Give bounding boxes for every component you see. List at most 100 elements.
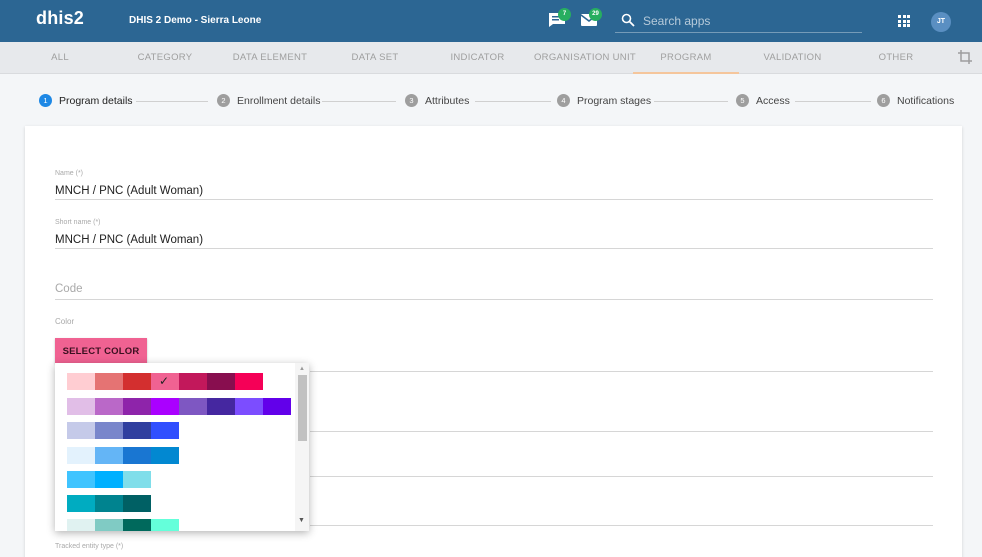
color-swatch[interactable] [95,422,123,439]
step-program-details[interactable]: 1 Program details [39,94,133,107]
search-icon [621,13,635,27]
step-label: Attributes [425,94,470,107]
color-swatch[interactable] [67,471,95,488]
step-label: Access [756,94,790,107]
step-enrollment-details[interactable]: 2 Enrollment details [217,94,320,107]
color-swatch[interactable] [123,422,151,439]
color-swatch[interactable] [179,398,207,415]
stepper-connector [795,101,871,102]
color-swatch[interactable] [123,471,151,488]
scrollbar[interactable]: ▲ ▼ [295,363,309,531]
step-program-stages[interactable]: 4 Program stages [557,94,651,107]
select-color-button[interactable]: SELECT COLOR [55,338,147,364]
color-swatch[interactable] [67,398,95,415]
color-swatch[interactable]: ✓ [151,373,179,390]
color-swatch[interactable] [95,495,123,512]
color-swatch[interactable] [123,373,151,390]
color-swatch[interactable] [95,471,123,488]
crop-icon[interactable] [957,49,973,65]
step-label: Enrollment details [237,94,321,107]
instance-name: DHIS 2 Demo - Sierra Leone [129,15,262,26]
short-name-underline [55,248,933,249]
step-number: 3 [405,94,418,107]
field-underline [310,525,933,526]
color-swatch[interactable] [151,422,179,439]
interpretations-badge: 7 [558,8,571,21]
tracked-entity-type-label: Tracked entity type (*) [55,543,124,550]
code-underline [55,299,933,300]
step-attributes[interactable]: 3 Attributes [405,94,469,107]
search-apps[interactable] [615,9,862,33]
scroll-down-arrow-icon[interactable]: ▼ [298,517,305,524]
swatch-row [67,447,179,464]
dhis2-logo[interactable]: dhis2 [36,8,84,29]
color-swatch[interactable] [123,495,151,512]
step-number: 5 [736,94,749,107]
apps-grid-icon[interactable] [898,15,910,27]
name-field[interactable]: MNCH / PNC (Adult Woman) [55,185,203,197]
stepper-connector [654,101,728,102]
color-swatch[interactable] [95,447,123,464]
step-access[interactable]: 5 Access [736,94,790,107]
color-swatch[interactable] [67,495,95,512]
tab-all[interactable]: ALL [40,42,80,74]
step-notifications[interactable]: 6 Notifications [877,94,954,107]
color-swatch[interactable] [123,447,151,464]
color-swatch[interactable] [235,398,263,415]
swatch-row: ✓ [67,373,263,390]
color-swatch[interactable] [67,422,95,439]
color-swatch[interactable] [207,373,235,390]
swatch-row [67,519,179,531]
user-avatar[interactable]: JT [931,12,951,32]
tab-indicator[interactable]: INDICATOR [440,42,515,74]
field-underline [310,476,933,477]
short-name-label: Short name (*) [55,219,101,226]
color-swatch[interactable] [151,447,179,464]
swatch-row [67,495,151,512]
stepper-connector [475,101,551,102]
search-apps-input[interactable] [643,12,843,30]
color-swatch[interactable] [207,398,235,415]
step-number: 6 [877,94,890,107]
color-swatch[interactable] [151,519,179,531]
step-label: Program details [59,94,133,107]
tab-organisation-unit[interactable]: ORGANISATION UNIT [530,42,640,74]
color-swatch[interactable] [179,373,207,390]
color-swatch[interactable] [67,373,95,390]
color-swatch[interactable] [67,447,95,464]
scroll-up-arrow-icon[interactable]: ▲ [299,366,305,372]
tab-other[interactable]: OTHER [872,42,920,74]
code-field[interactable]: Code [55,283,83,295]
field-underline [310,431,933,432]
color-swatch[interactable] [95,373,123,390]
tab-program[interactable]: PROGRAM [633,42,739,74]
tab-data-element[interactable]: DATA ELEMENT [225,42,315,74]
stepper-connector [322,101,396,102]
field-underline [310,371,933,372]
name-underline [55,199,933,200]
color-swatch[interactable] [235,373,263,390]
color-swatch[interactable] [151,398,179,415]
color-picker-popup: ✓ ▲ ▼ [55,363,309,531]
color-swatch[interactable] [123,398,151,415]
step-number: 2 [217,94,230,107]
step-label: Notifications [897,94,955,107]
section-tabs: ALL CATEGORY DATA ELEMENT DATA SET INDIC… [0,42,982,74]
tab-data-set[interactable]: DATA SET [340,42,410,74]
name-label: Name (*) [55,170,84,177]
tab-validation[interactable]: VALIDATION [755,42,830,74]
color-swatch[interactable] [95,519,123,531]
step-label: Program stages [577,94,652,107]
color-swatch[interactable] [123,519,151,531]
scroll-thumb[interactable] [298,375,307,441]
header-bar: dhis2 DHIS 2 Demo - Sierra Leone 7 29 JT [0,0,982,42]
tab-category[interactable]: CATEGORY [130,42,200,74]
checkmark-icon: ✓ [159,374,170,388]
step-number: 1 [39,94,52,107]
swatch-row [67,398,291,415]
color-swatch[interactable] [95,398,123,415]
color-swatch[interactable] [67,519,95,531]
short-name-field[interactable]: MNCH / PNC (Adult Woman) [55,234,203,246]
color-swatch[interactable] [263,398,291,415]
swatch-row [67,422,179,439]
